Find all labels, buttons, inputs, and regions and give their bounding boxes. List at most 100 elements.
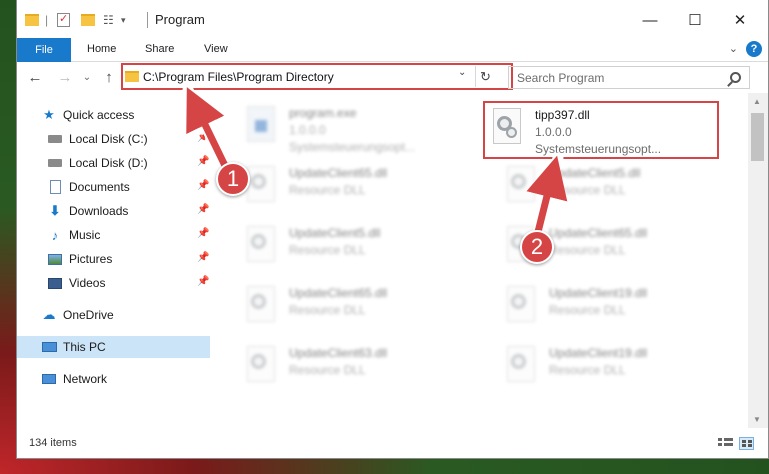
sidebar-item-local-disk-c[interactable]: Local Disk (C:) 📌: [17, 128, 210, 150]
address-dropdown-icon[interactable]: ⌄: [458, 67, 466, 78]
file-name: UpdateClient63.dll: [289, 346, 388, 360]
sidebar-item-label: OneDrive: [63, 308, 114, 322]
download-icon: ⬇: [49, 203, 61, 218]
sidebar-item-onedrive[interactable]: ☁ OneDrive: [17, 304, 210, 326]
sidebar-item-documents[interactable]: Documents 📌: [17, 176, 210, 198]
scroll-thumb[interactable]: [751, 113, 764, 161]
title-bar: | ✓ ☷ ▾ Program — ☐ ✕: [17, 0, 768, 38]
file-name: UpdateClient5.dll: [289, 226, 381, 240]
search-box[interactable]: Search Program: [508, 66, 750, 89]
forward-arrow-icon[interactable]: →: [55, 67, 75, 87]
vertical-scrollbar[interactable]: ▲ ▼: [748, 93, 768, 428]
tab-file[interactable]: File: [17, 38, 71, 62]
customize-toolbar-icon[interactable]: ☷: [103, 10, 114, 30]
back-arrow-icon[interactable]: ←: [25, 67, 45, 87]
sidebar-item-label: Local Disk (D:): [69, 156, 148, 170]
file-item[interactable]: UpdateClient63.dll Resource DLL: [243, 342, 483, 394]
file-item[interactable]: UpdateClient65.dll Resource DLL: [243, 162, 483, 214]
cloud-icon: ☁: [42, 307, 56, 322]
pin-icon[interactable]: 📌: [197, 204, 209, 215]
details-view-icon[interactable]: [718, 437, 733, 450]
file-description: Resource DLL: [549, 303, 626, 317]
explorer-window: | ✓ ☷ ▾ Program — ☐ ✕ File Home Share Vi…: [16, 0, 769, 459]
scroll-up-icon[interactable]: ▲: [753, 97, 761, 106]
file-item[interactable]: program.exe 1.0.0.0 Systemsteuerungsopt.…: [243, 102, 483, 154]
pin-icon[interactable]: 📌: [197, 180, 209, 191]
sidebar-item-label: Pictures: [69, 252, 113, 266]
chevron-down-icon[interactable]: ▾: [121, 10, 126, 30]
pictures-icon: [47, 252, 63, 266]
file-name: UpdateClient65.dll: [549, 226, 648, 240]
file-description: Resource DLL: [289, 363, 366, 377]
sidebar-item-videos[interactable]: Videos 📌: [17, 272, 210, 294]
sidebar-item-this-pc[interactable]: This PC: [17, 336, 210, 358]
drive-icon: [47, 132, 63, 146]
computer-icon: [41, 340, 57, 354]
help-icon[interactable]: ?: [746, 41, 762, 57]
tab-home[interactable]: Home: [87, 43, 116, 55]
refresh-icon[interactable]: ↻: [475, 66, 495, 87]
up-arrow-icon[interactable]: ↑: [99, 67, 119, 87]
sidebar-item-downloads[interactable]: ⬇ Downloads 📌: [17, 200, 210, 222]
pin-icon[interactable]: 📌: [197, 228, 209, 239]
file-item[interactable]: UpdateClient5.dll Resource DLL: [503, 162, 743, 214]
pin-icon[interactable]: 📌: [197, 132, 209, 143]
scroll-down-icon[interactable]: ▼: [753, 415, 761, 424]
address-path[interactable]: C:\Program Files\Program Directory: [143, 70, 334, 84]
status-bar: 134 items: [17, 432, 769, 456]
file-name: UpdateClient5.dll: [549, 166, 641, 180]
maximize-button[interactable]: ☐: [672, 6, 718, 34]
search-icon[interactable]: [730, 72, 741, 83]
address-bar[interactable]: C:\Program Files\Program Directory: [125, 66, 493, 87]
file-description: Systemsteuerungsopt...: [289, 140, 416, 154]
file-highlight-box: [483, 101, 719, 159]
file-description: Resource DLL: [289, 243, 366, 257]
sidebar-item-label: Videos: [69, 276, 106, 290]
new-folder-icon[interactable]: [81, 10, 95, 30]
close-button[interactable]: ✕: [717, 6, 763, 34]
item-count: 134 items: [29, 437, 77, 449]
search-input[interactable]: Search Program: [517, 71, 730, 85]
folder-icon[interactable]: [25, 10, 39, 30]
minimize-button[interactable]: —: [627, 6, 673, 34]
documents-icon: [47, 180, 63, 194]
sidebar-item-quick-access[interactable]: ★ Quick access: [17, 104, 210, 126]
file-name: program.exe: [289, 106, 357, 120]
navigation-pane: ★ Quick access Local Disk (C:) 📌 Local D…: [17, 100, 212, 420]
sidebar-item-pictures[interactable]: Pictures 📌: [17, 248, 210, 270]
pin-icon[interactable]: 📌: [197, 276, 209, 287]
dll-gear-icon: [503, 286, 537, 326]
file-item[interactable]: UpdateClient19.dll Resource DLL: [503, 282, 743, 334]
recent-locations-icon[interactable]: ⌄: [77, 67, 97, 87]
expand-ribbon-icon[interactable]: ⌄: [729, 42, 738, 55]
file-description: Resource DLL: [289, 183, 366, 197]
network-icon: [41, 372, 57, 386]
file-item[interactable]: UpdateClient65.dll Resource DLL: [243, 282, 483, 334]
step-1-badge: 1: [216, 162, 250, 196]
music-icon: ♪: [51, 227, 59, 243]
file-name: UpdateClient65.dll: [289, 166, 388, 180]
large-icons-view-icon[interactable]: [739, 437, 754, 450]
sidebar-item-label: Local Disk (C:): [69, 132, 148, 146]
pin-icon[interactable]: 📌: [197, 156, 209, 167]
dll-gear-icon: [503, 346, 537, 386]
qa-separator: |: [45, 13, 49, 27]
dll-gear-icon: [503, 166, 537, 206]
step-2-badge: 2: [520, 230, 554, 264]
tab-view[interactable]: View: [204, 43, 228, 55]
file-item[interactable]: UpdateClient19.dll Resource DLL: [503, 342, 743, 394]
sidebar-item-local-disk-d[interactable]: Local Disk (D:) 📌: [17, 152, 210, 174]
dll-gear-icon: [243, 346, 277, 386]
drive-icon: [47, 156, 63, 170]
dll-gear-icon: [243, 286, 277, 326]
sidebar-item-network[interactable]: Network: [17, 368, 210, 390]
dll-gear-icon: [243, 226, 277, 266]
sidebar-item-label: Quick access: [63, 108, 135, 122]
pin-icon[interactable]: 📌: [197, 252, 209, 263]
tab-share[interactable]: Share: [145, 43, 174, 55]
file-item[interactable]: UpdateClient5.dll Resource DLL: [243, 222, 483, 274]
sidebar-item-music[interactable]: ♪ Music 📌: [17, 224, 210, 246]
file-version: 1.0.0.0: [289, 123, 326, 137]
file-name: UpdateClient19.dll: [549, 346, 648, 360]
properties-icon[interactable]: ✓: [57, 10, 70, 30]
